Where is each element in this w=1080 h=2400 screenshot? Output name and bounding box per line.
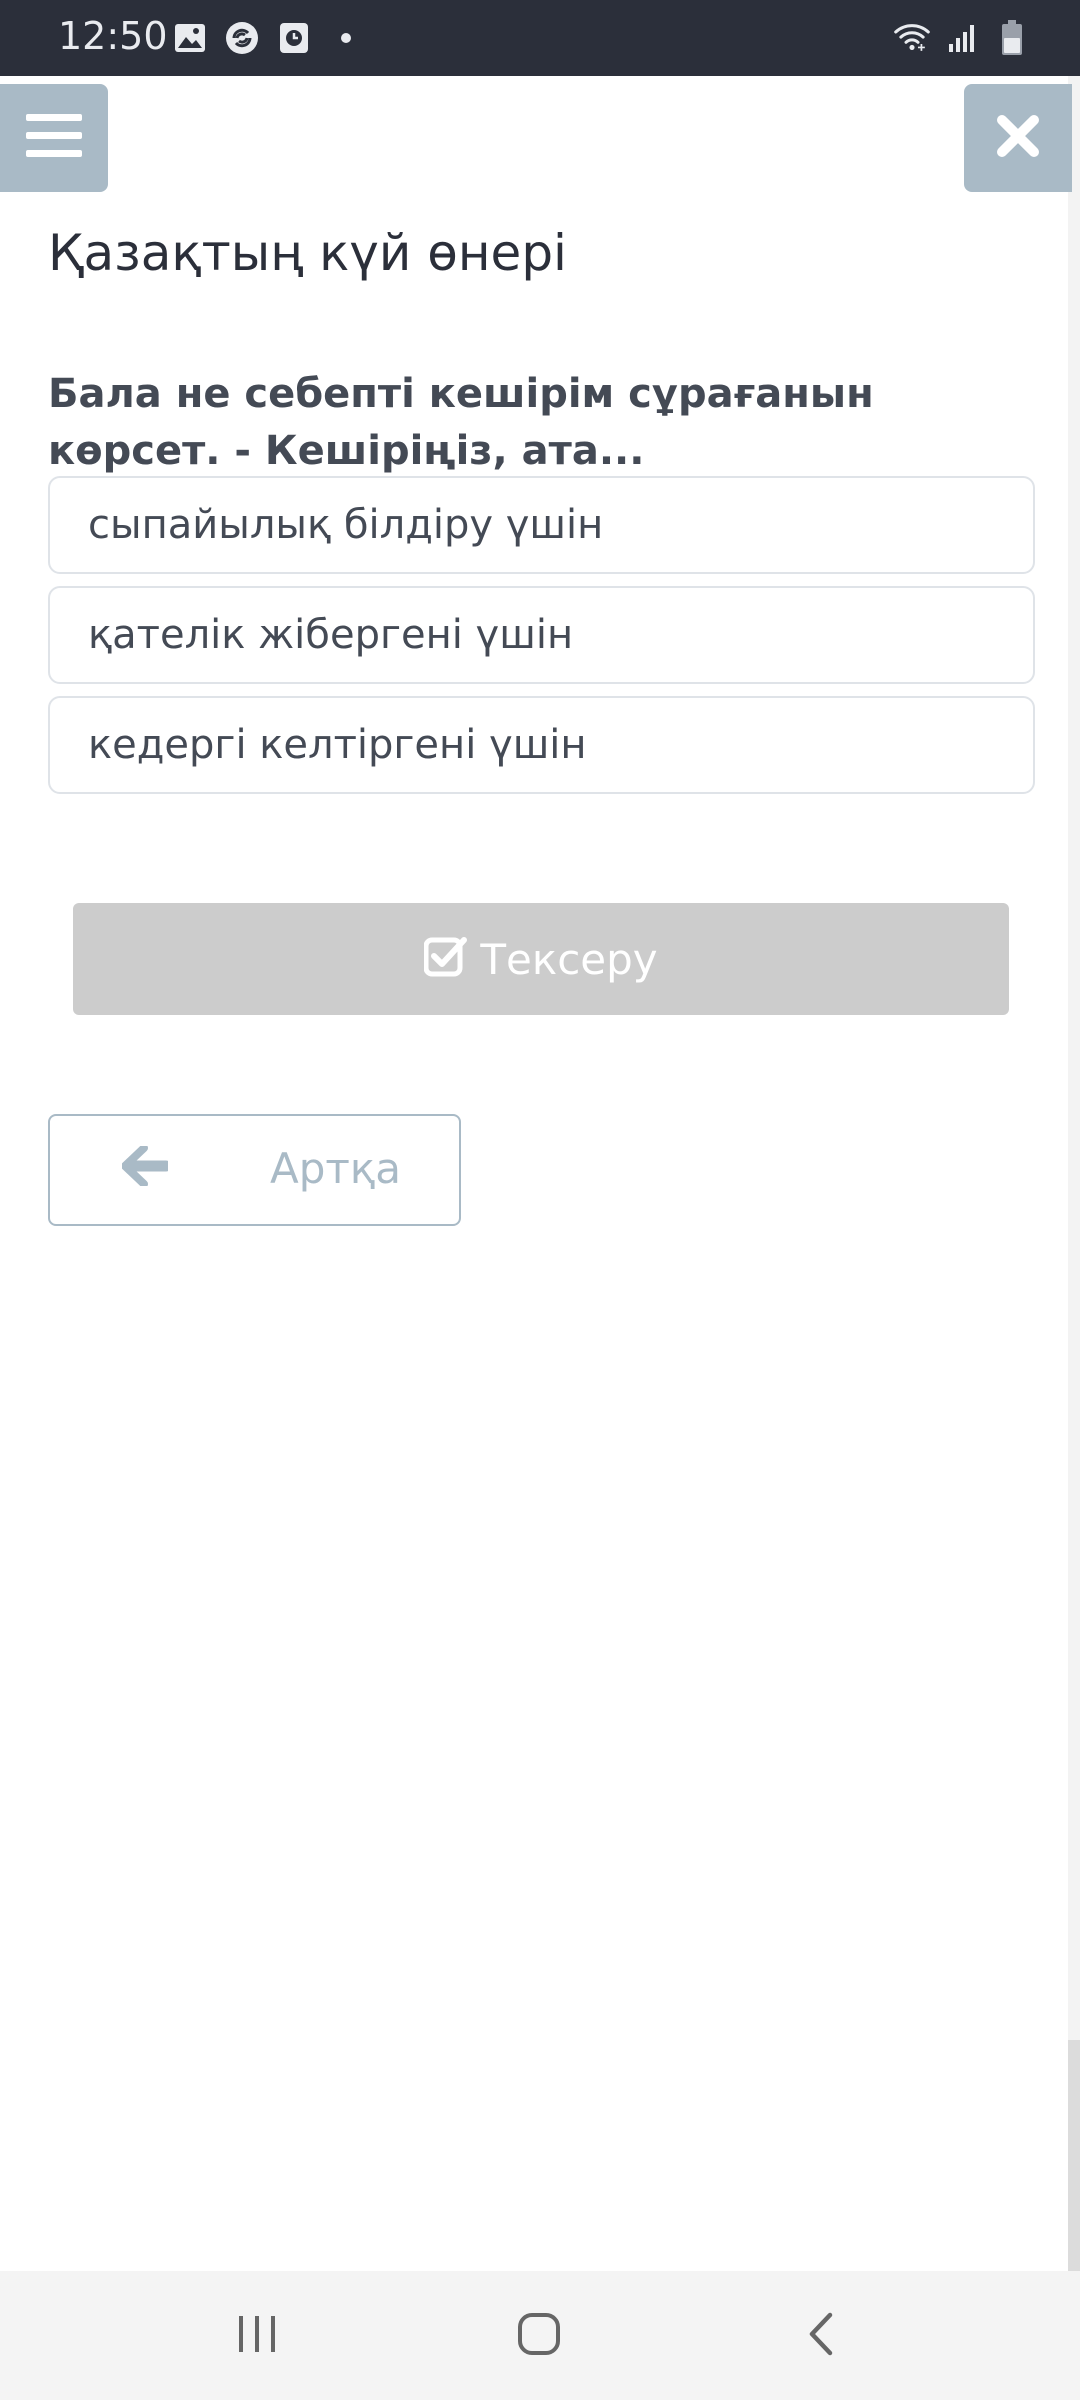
question-text: Бала не себепті кешірім сұрағанын көрсет…: [48, 371, 874, 474]
checkbox-checked-icon: [423, 936, 468, 983]
arrow-left-icon: [121, 1144, 172, 1191]
check-button-label: Тексеру: [480, 934, 658, 984]
answer-label: қателік жібергені үшін: [88, 612, 574, 658]
back-button-label: Артқа: [270, 1144, 401, 1193]
close-button[interactable]: [964, 84, 1072, 192]
signal-icon: [944, 20, 980, 56]
home-button[interactable]: [504, 2301, 574, 2371]
system-nav-bar: [0, 2271, 1080, 2400]
image-icon: [172, 20, 208, 56]
status-icons-right: [894, 20, 1030, 56]
wifi-icon: [894, 20, 930, 56]
swirl-icon: [224, 20, 260, 56]
answer-list: сыпайылық білдіру үшін қателік жібергені…: [48, 476, 1035, 806]
status-bar: 12:50: [0, 0, 1080, 76]
back-icon: [806, 2312, 836, 2361]
close-icon: [995, 113, 1041, 164]
page-title: Қазақтың күй өнері: [48, 224, 567, 282]
menu-button[interactable]: [0, 84, 108, 192]
answer-label: кедергі келтіргені үшін: [88, 722, 587, 768]
recents-button[interactable]: [222, 2301, 292, 2371]
dot-icon: [328, 20, 364, 56]
clock-square-icon: [276, 20, 312, 56]
check-button[interactable]: Тексеру: [73, 903, 1009, 1015]
recents-icon: [235, 2314, 279, 2359]
home-icon: [517, 2312, 561, 2361]
status-icons-left: [172, 20, 364, 56]
battery-icon: [994, 20, 1030, 56]
answer-label: сыпайылық білдіру үшін: [88, 502, 604, 548]
answer-option[interactable]: кедергі келтіргені үшін: [48, 696, 1035, 794]
answer-option[interactable]: сыпайылық білдіру үшін: [48, 476, 1035, 574]
answer-option[interactable]: қателік жібергені үшін: [48, 586, 1035, 684]
back-button[interactable]: Артқа: [48, 1114, 461, 1226]
hamburger-icon: [26, 113, 82, 163]
back-nav-button[interactable]: [786, 2301, 856, 2371]
scrollbar-track[interactable]: [1068, 76, 1080, 2271]
scrollbar-thumb[interactable]: [1068, 2040, 1080, 2271]
status-time: 12:50: [58, 14, 168, 58]
